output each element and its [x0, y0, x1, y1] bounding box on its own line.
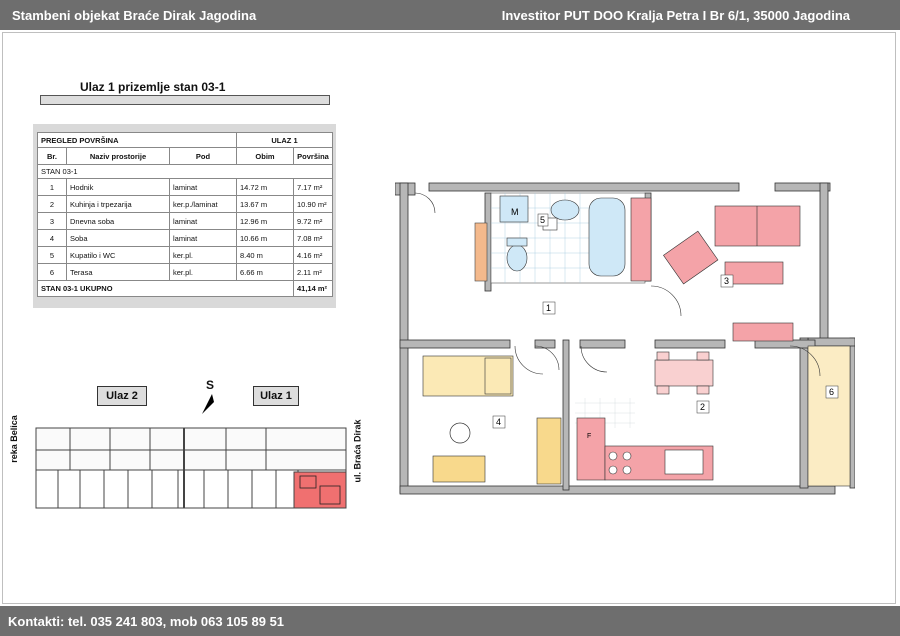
table-row: 3 Dnevna soba laminat 12.96 m 9.72 m² — [37, 212, 333, 230]
row-br: 1 — [37, 178, 67, 196]
row-povrsina: 7.17 m² — [293, 178, 333, 196]
building-title: Stambeni objekat Braće Dirak Jagodina — [12, 8, 257, 23]
row-obim: 6.66 m — [236, 263, 294, 281]
row-povrsina: 4.16 m² — [293, 246, 333, 264]
row-povrsina: 7.08 m² — [293, 229, 333, 247]
plan-room-label: 4 — [496, 417, 501, 427]
plan-room-label: 6 — [829, 387, 834, 397]
site-plan — [35, 427, 347, 509]
investor-info: Investitor PUT DOO Kralja Petra I Br 6/1… — [501, 8, 850, 23]
row-br: 6 — [37, 263, 67, 281]
row-pod: laminat — [169, 212, 237, 230]
plan-room-label: 1 — [546, 303, 551, 313]
row-obim: 14.72 m — [236, 178, 294, 196]
col-obim: Obim — [236, 147, 294, 165]
area-table-panel: PREGLED POVRŠINA ULAZ 1 Br. Naziv prosto… — [33, 124, 336, 308]
apartment-floor-plan: M F 5 1 3 4 2 6 — [395, 182, 855, 495]
row-br: 5 — [37, 246, 67, 264]
table-section: STAN 03-1 — [37, 164, 333, 179]
plan-room-label: 2 — [700, 402, 705, 412]
row-pod: ker.pl. — [169, 263, 237, 281]
row-pod: laminat — [169, 229, 237, 247]
row-naziv: Dnevna soba — [66, 212, 170, 230]
row-br: 2 — [37, 195, 67, 213]
row-br: 4 — [37, 229, 67, 247]
row-obim: 13.67 m — [236, 195, 294, 213]
unit-heading-bar — [40, 95, 330, 105]
table-entrance: ULAZ 1 — [236, 132, 333, 148]
contact-info: Kontakti: tel. 035 241 803, mob 063 105 … — [8, 614, 285, 629]
row-naziv: Terasa — [66, 263, 170, 281]
unit-heading: Ulaz 1 prizemlje stan 03-1 — [80, 80, 226, 94]
north-arrow-icon — [202, 394, 214, 414]
row-povrsina: 2.11 m² — [293, 263, 333, 281]
river-label: reka Belica — [8, 415, 19, 463]
row-obim: 12.96 m — [236, 212, 294, 230]
row-pod: ker.pl. — [169, 246, 237, 264]
table-title: PREGLED POVRŠINA — [37, 132, 237, 148]
row-povrsina: 9.72 m² — [293, 212, 333, 230]
table-row: 6 Terasa ker.pl. 6.66 m 2.11 m² — [37, 263, 333, 281]
col-br: Br. — [37, 147, 67, 165]
row-br: 3 — [37, 212, 67, 230]
entrance-1-label: Ulaz 1 — [253, 386, 299, 406]
table-row: 2 Kuhinja i trpezarija ker.p./laminat 13… — [37, 195, 333, 213]
row-pod: laminat — [169, 178, 237, 196]
row-obim: 10.66 m — [236, 229, 294, 247]
entrance-2-label: Ulaz 2 — [97, 386, 147, 406]
top-banner: Stambeni objekat Braće Dirak Jagodina In… — [0, 0, 900, 30]
row-naziv: Kupatilo i WC — [66, 246, 170, 264]
row-naziv: Hodnik — [66, 178, 170, 196]
table-row: 1 Hodnik laminat 14.72 m 7.17 m² — [37, 178, 333, 196]
col-povrsina: Površina — [293, 147, 333, 165]
area-table: PREGLED POVRŠINA ULAZ 1 Br. Naziv prosto… — [37, 132, 333, 297]
svg-text:M: M — [511, 207, 519, 217]
svg-text:F: F — [587, 433, 591, 440]
col-naziv: Naziv prostorije — [66, 147, 170, 165]
table-total-value: 41,14 m² — [293, 280, 333, 297]
row-obim: 8.40 m — [236, 246, 294, 264]
col-pod: Pod — [169, 147, 237, 165]
row-naziv: Soba — [66, 229, 170, 247]
row-naziv: Kuhinja i trpezarija — [66, 195, 170, 213]
table-row: 5 Kupatilo i WC ker.pl. 8.40 m 4.16 m² — [37, 246, 333, 264]
plan-room-label: 3 — [724, 276, 729, 286]
table-total-label: STAN 03-1 UKUPNO — [37, 280, 294, 297]
table-column-headers: Br. Naziv prostorije Pod Obim Površina — [37, 147, 333, 165]
row-pod: ker.p./laminat — [169, 195, 237, 213]
plan-room-label: 5 — [540, 215, 545, 225]
row-povrsina: 10.90 m² — [293, 195, 333, 213]
footer-banner: Kontakti: tel. 035 241 803, mob 063 105 … — [0, 606, 900, 636]
table-row: 4 Soba laminat 10.66 m 7.08 m² — [37, 229, 333, 247]
